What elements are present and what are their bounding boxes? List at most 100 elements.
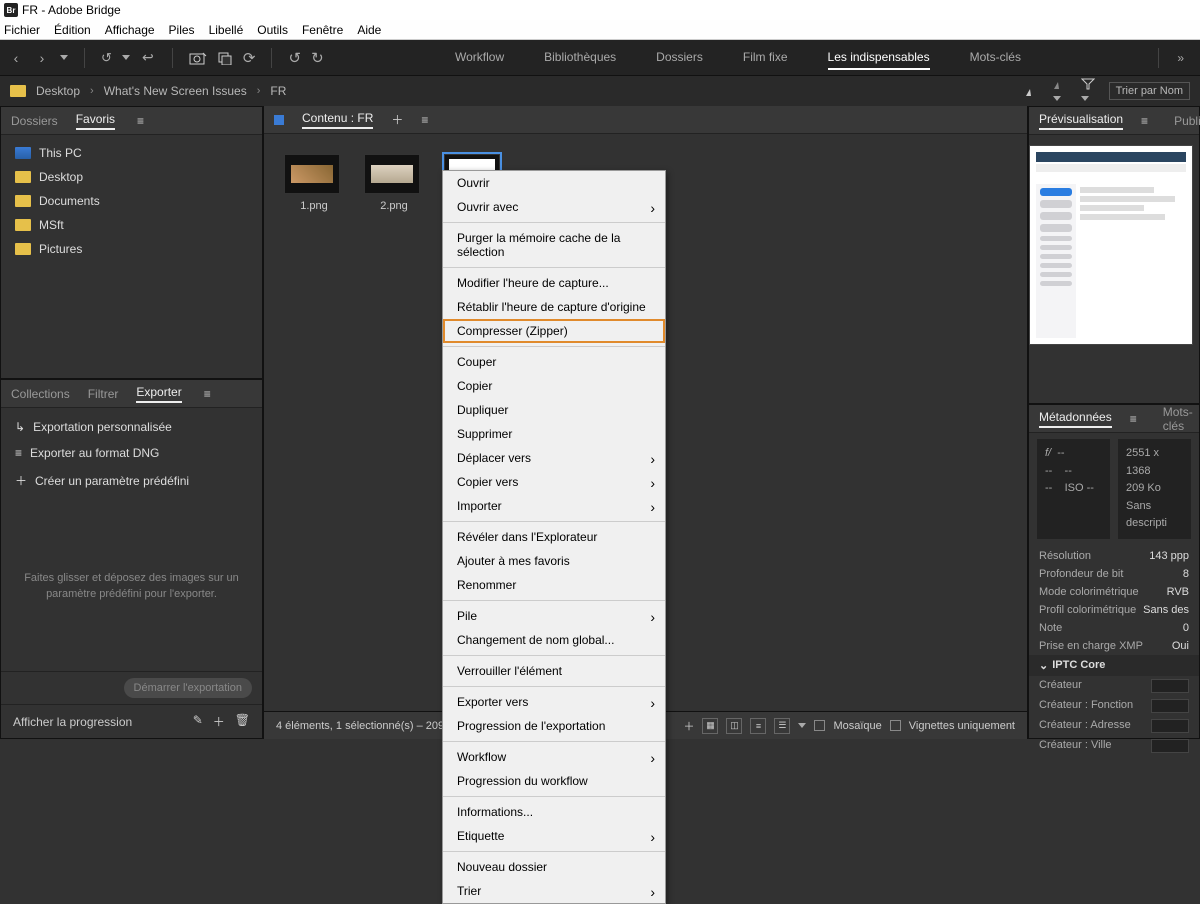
context-menu-item[interactable]: Rétablir l'heure de capture d'origine (443, 295, 665, 319)
context-menu-item[interactable]: Pile (443, 604, 665, 628)
rotate-cw-icon[interactable]: ↻ (311, 49, 324, 67)
tab-previsualisation[interactable]: Prévisualisation (1039, 112, 1123, 130)
favorite-msft[interactable]: MSft (1, 213, 262, 237)
menu-fichier[interactable]: Fichier (4, 23, 40, 37)
nav-dropdown-icon[interactable] (60, 55, 68, 60)
tab-favoris[interactable]: Favoris (76, 112, 115, 130)
workspace-dossiers[interactable]: Dossiers (656, 46, 703, 70)
view-dropdown-icon[interactable] (798, 723, 806, 728)
context-menu-item[interactable]: Ouvrir avec (443, 195, 665, 219)
grid-view-icon[interactable]: ▦ (702, 718, 718, 734)
rotate-ccw-icon[interactable]: ↺ (288, 49, 301, 67)
panel-menu-icon[interactable]: ≡ (421, 113, 428, 127)
panel-menu-icon[interactable]: ≡ (1130, 412, 1137, 426)
context-menu-item[interactable]: Importer (443, 494, 665, 518)
thumbnail-item[interactable]: 1.png (284, 154, 344, 212)
menu-aide[interactable]: Aide (357, 23, 381, 37)
panel-menu-icon[interactable]: ≡ (137, 114, 144, 128)
tab-collections[interactable]: Collections (11, 387, 70, 401)
detail-view-icon[interactable]: ☰ (774, 718, 790, 734)
tab-filtrer[interactable]: Filtrer (88, 387, 119, 401)
export-dng[interactable]: ≡Exporter au format DNG (1, 440, 262, 466)
context-menu-item[interactable]: Purger la mémoire cache de la sélection (443, 226, 665, 264)
boomerang-icon[interactable]: ↩ (140, 50, 156, 66)
content-tab[interactable]: Contenu : FR (302, 111, 373, 129)
more-workspaces-icon[interactable]: » (1177, 51, 1184, 65)
context-menu-item[interactable]: Copier (443, 374, 665, 398)
menu-edition[interactable]: Édition (54, 23, 91, 37)
show-progress-label[interactable]: Afficher la progression (13, 715, 132, 729)
breadcrumb-seg1[interactable]: What's New Screen Issues (104, 84, 247, 98)
favorite-documents[interactable]: Documents (1, 189, 262, 213)
history-icon[interactable]: ↺ (101, 50, 112, 66)
menu-piles[interactable]: Piles (169, 23, 195, 37)
context-menu-item[interactable]: Compresser (Zipper) (443, 319, 665, 343)
breadcrumb-desktop[interactable]: Desktop (36, 84, 80, 98)
add-tab-icon[interactable]: ＋ (391, 111, 403, 128)
workspace-indispensables[interactable]: Les indispensables (828, 46, 930, 70)
context-menu-item[interactable]: Déplacer vers (443, 446, 665, 470)
context-menu-item[interactable]: Etiquette (443, 824, 665, 848)
context-menu-item[interactable]: Workflow (443, 745, 665, 769)
menu-libelle[interactable]: Libellé (209, 23, 244, 37)
context-menu-item[interactable]: Verrouiller l'élément (443, 659, 665, 683)
sort-button[interactable]: Trier par Nom (1109, 82, 1190, 100)
iptc-section-header[interactable]: ⌄IPTC Core (1029, 655, 1199, 676)
context-menu-item[interactable]: Ajouter à mes favoris (443, 549, 665, 573)
menu-fenetre[interactable]: Fenêtre (302, 23, 343, 37)
breadcrumb-seg2[interactable]: FR (270, 84, 286, 98)
context-menu-item[interactable]: Nouveau dossier (443, 855, 665, 879)
context-menu-item[interactable]: Exporter vers (443, 690, 665, 714)
favorite-this-pc[interactable]: This PC (1, 141, 262, 165)
tab-dossiers[interactable]: Dossiers (11, 114, 58, 128)
tab-exporter[interactable]: Exporter (136, 385, 181, 403)
workspace-mots-cles[interactable]: Mots-clés (970, 46, 1021, 70)
pencil-icon[interactable]: ✎ (193, 713, 203, 730)
mosaic-checkbox[interactable] (814, 720, 825, 731)
camera-import-icon[interactable] (189, 51, 207, 65)
context-menu-item[interactable]: Dupliquer (443, 398, 665, 422)
thumbnail-item[interactable]: 2.png (364, 154, 424, 212)
export-create-preset[interactable]: ＋Créer un paramètre prédéfini (1, 466, 262, 495)
list-view-icon[interactable]: ≡ (750, 718, 766, 734)
iptc-input[interactable] (1151, 739, 1189, 753)
tab-metadonnees[interactable]: Métadonnées (1039, 410, 1112, 428)
workspace-bibliotheques[interactable]: Bibliothèques (544, 46, 616, 70)
add-icon[interactable]: ＋ (213, 713, 225, 730)
export-custom[interactable]: ↳Exportation personnalisée (1, 414, 262, 440)
context-menu-item[interactable]: Révéler dans l'Explorateur (443, 525, 665, 549)
context-menu-item[interactable]: Supprimer (443, 422, 665, 446)
rating-filter-icon[interactable] (1025, 85, 1039, 97)
tab-mots-cles[interactable]: Mots-clés (1163, 405, 1193, 433)
rating-filter2-icon[interactable] (1053, 78, 1067, 104)
trash-icon[interactable]: 🗑 (235, 713, 250, 730)
context-menu-item[interactable]: Informations... (443, 800, 665, 824)
context-menu-item[interactable]: Renommer (443, 573, 665, 597)
context-menu-item[interactable]: Trier (443, 879, 665, 903)
context-menu-item[interactable]: Ouvrir (443, 171, 665, 195)
add-view-icon[interactable]: ＋ (683, 718, 694, 734)
context-menu-item[interactable]: Couper (443, 350, 665, 374)
thumbs-only-checkbox[interactable] (890, 720, 901, 731)
favorite-pictures[interactable]: Pictures (1, 237, 262, 261)
refresh-icon[interactable]: ⟳ (243, 49, 256, 67)
iptc-input[interactable] (1151, 719, 1189, 733)
context-menu-item[interactable]: Modifier l'heure de capture... (443, 271, 665, 295)
menu-outils[interactable]: Outils (257, 23, 288, 37)
preview-image[interactable] (1029, 145, 1193, 345)
tab-publier[interactable]: Publier (1174, 114, 1200, 128)
context-menu-item[interactable]: Progression du workflow (443, 769, 665, 793)
context-menu-item[interactable]: Progression de l'exportation (443, 714, 665, 738)
workspace-film-fixe[interactable]: Film fixe (743, 46, 788, 70)
context-menu-item[interactable]: Copier vers (443, 470, 665, 494)
panel-menu-icon[interactable]: ≡ (1141, 114, 1148, 128)
workspace-workflow[interactable]: Workflow (455, 46, 504, 70)
menu-affichage[interactable]: Affichage (105, 23, 155, 37)
favorite-desktop[interactable]: Desktop (1, 165, 262, 189)
history-dropdown-icon[interactable] (122, 55, 130, 60)
filter-funnel-icon[interactable] (1081, 78, 1095, 104)
nav-back-icon[interactable]: ‹ (8, 50, 24, 66)
large-grid-icon[interactable]: ◫ (726, 718, 742, 734)
iptc-input[interactable] (1151, 699, 1189, 713)
nav-forward-icon[interactable]: › (34, 50, 50, 66)
